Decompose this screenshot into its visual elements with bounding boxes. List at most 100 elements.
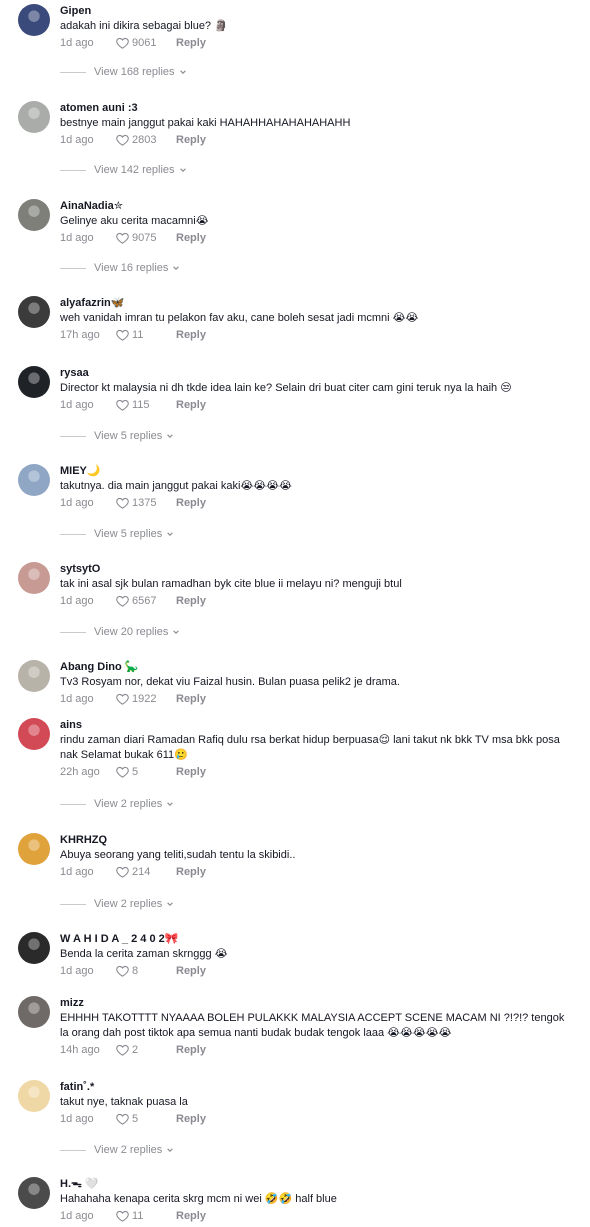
like-count: 2803 [132,134,157,146]
comment-meta: 1d ago 8 Reply [60,963,574,979]
comment-text: adakah ini dikira sebagai blue? 🗿 [60,20,228,32]
divider-line [60,803,86,805]
comment-username[interactable]: atomen auni :3 [60,101,574,116]
reply-button[interactable]: Reply [176,593,206,609]
avatar[interactable] [18,296,50,328]
divider-line [60,1149,86,1151]
reply-button[interactable]: Reply [176,35,206,51]
comment-username[interactable]: fatin˚.* [60,1080,574,1095]
like-count: 11 [132,329,144,341]
view-replies-button[interactable]: View 16 replies [60,260,180,276]
avatar[interactable] [18,833,50,865]
comment-username[interactable]: ains [60,718,574,733]
like-button[interactable]: 9075 [116,230,176,246]
divider-line [60,533,86,535]
comment-username[interactable]: alyafazrin🦋 [60,296,574,311]
comment-body: rysaa Director kt malaysia ni dh tkde ide… [60,366,574,413]
divider-line [60,169,86,171]
like-button[interactable]: 1922 [116,691,176,707]
comment-body: alyafazrin🦋 weh vanidah imran tu pelakon … [60,296,574,343]
heart-icon [116,1044,132,1056]
avatar[interactable] [18,718,50,750]
comment-username[interactable]: Abang Dino 🦕 [60,660,574,675]
reply-button[interactable]: Reply [176,327,206,343]
chevron-down-icon [162,530,174,538]
avatar[interactable] [18,101,50,133]
view-replies-button[interactable]: View 168 replies [60,64,187,80]
comment-meta: 1d ago 9061 Reply [60,35,574,51]
like-button[interactable]: 11 [116,327,176,343]
avatar[interactable] [18,4,50,36]
reply-button[interactable]: Reply [176,495,206,511]
avatar[interactable] [18,660,50,692]
view-replies-button[interactable]: View 2 replies [60,1142,174,1158]
view-replies-button[interactable]: View 2 replies [60,896,174,912]
like-button[interactable]: 8 [116,963,176,979]
reply-button[interactable]: Reply [176,1042,206,1058]
comment-username[interactable]: mizz [60,996,574,1011]
reply-button[interactable]: Reply [176,1208,206,1224]
avatar[interactable] [18,366,50,398]
comment-time: 1d ago [60,1210,94,1222]
avatar[interactable] [18,932,50,964]
view-replies-button[interactable]: View 2 replies [60,796,174,812]
comment-username[interactable]: AinaNadia✮ [60,199,574,214]
heart-icon [116,134,132,146]
view-replies-button[interactable]: View 5 replies [60,526,174,542]
comment-time: 1d ago [60,497,94,509]
heart-icon [116,497,132,509]
comment-text: Tv3 Rosyam nor, dekat viu Faizal husin. … [60,676,400,688]
like-button[interactable]: 9061 [116,35,176,51]
like-button[interactable]: 1375 [116,495,176,511]
comment-time: 1d ago [60,595,94,607]
like-button[interactable]: 5 [116,764,176,780]
avatar[interactable] [18,199,50,231]
avatar[interactable] [18,1080,50,1112]
view-replies-button[interactable]: View 20 replies [60,624,180,640]
avatar[interactable] [18,464,50,496]
comment-username[interactable]: Gipen [60,4,574,19]
reply-button[interactable]: Reply [176,1111,206,1127]
reply-button[interactable]: Reply [176,397,206,413]
comment-text: Hahahaha kenapa cerita skrg mcm ni wei 🤣… [60,1193,337,1205]
reply-button[interactable]: Reply [176,864,206,880]
avatar[interactable] [18,1177,50,1209]
comment-meta: 1d ago 11 Reply [60,1208,574,1224]
reply-button[interactable]: Reply [176,132,206,148]
like-button[interactable]: 5 [116,1111,176,1127]
reply-button[interactable]: Reply [176,691,206,707]
comment-time: 1d ago [60,965,94,977]
view-replies-label: View 5 replies [94,528,163,540]
comment-username[interactable]: rysaa [60,366,574,381]
like-button[interactable]: 6567 [116,593,176,609]
comment-username[interactable]: H.ᯓ 🤍 [60,1177,574,1192]
avatar[interactable] [18,562,50,594]
reply-button[interactable]: Reply [176,963,206,979]
comment-username[interactable]: sytsytO [60,562,574,577]
like-count: 115 [132,399,150,411]
chevron-down-icon [162,800,174,808]
heart-icon [116,329,132,341]
view-replies-button[interactable]: View 5 replies [60,428,174,444]
comment-meta: 1d ago 1375 Reply [60,495,574,511]
like-button[interactable]: 2 [116,1042,176,1058]
comment-body: ains rindu zaman diari Ramadan Rafiq dulu… [60,718,574,780]
like-count: 8 [132,965,139,977]
comment-time: 1d ago [60,399,94,411]
comment-body: Gipen adakah ini dikira sebagai blue? 🗿 1d… [60,4,574,51]
comment-username[interactable]: KHRHZQ [60,833,574,848]
comment-username[interactable]: MIEY🌙 [60,464,574,479]
like-button[interactable]: 2803 [116,132,176,148]
like-button[interactable]: 11 [116,1208,176,1224]
like-button[interactable]: 214 [116,864,176,880]
view-replies-label: View 20 replies [94,626,169,638]
heart-icon [116,1113,132,1125]
reply-button[interactable]: Reply [176,230,206,246]
comment-username[interactable]: W A H I D A _ 2 4 0 2🎀 [60,932,574,947]
comment-body: atomen auni :3 bestnye main janggut pakai… [60,101,574,148]
view-replies-button[interactable]: View 142 replies [60,162,187,178]
reply-button[interactable]: Reply [176,764,206,780]
comment-body: W A H I D A _ 2 4 0 2🎀 Benda la cerita za… [60,932,574,979]
avatar[interactable] [18,996,50,1028]
like-button[interactable]: 115 [116,397,176,413]
